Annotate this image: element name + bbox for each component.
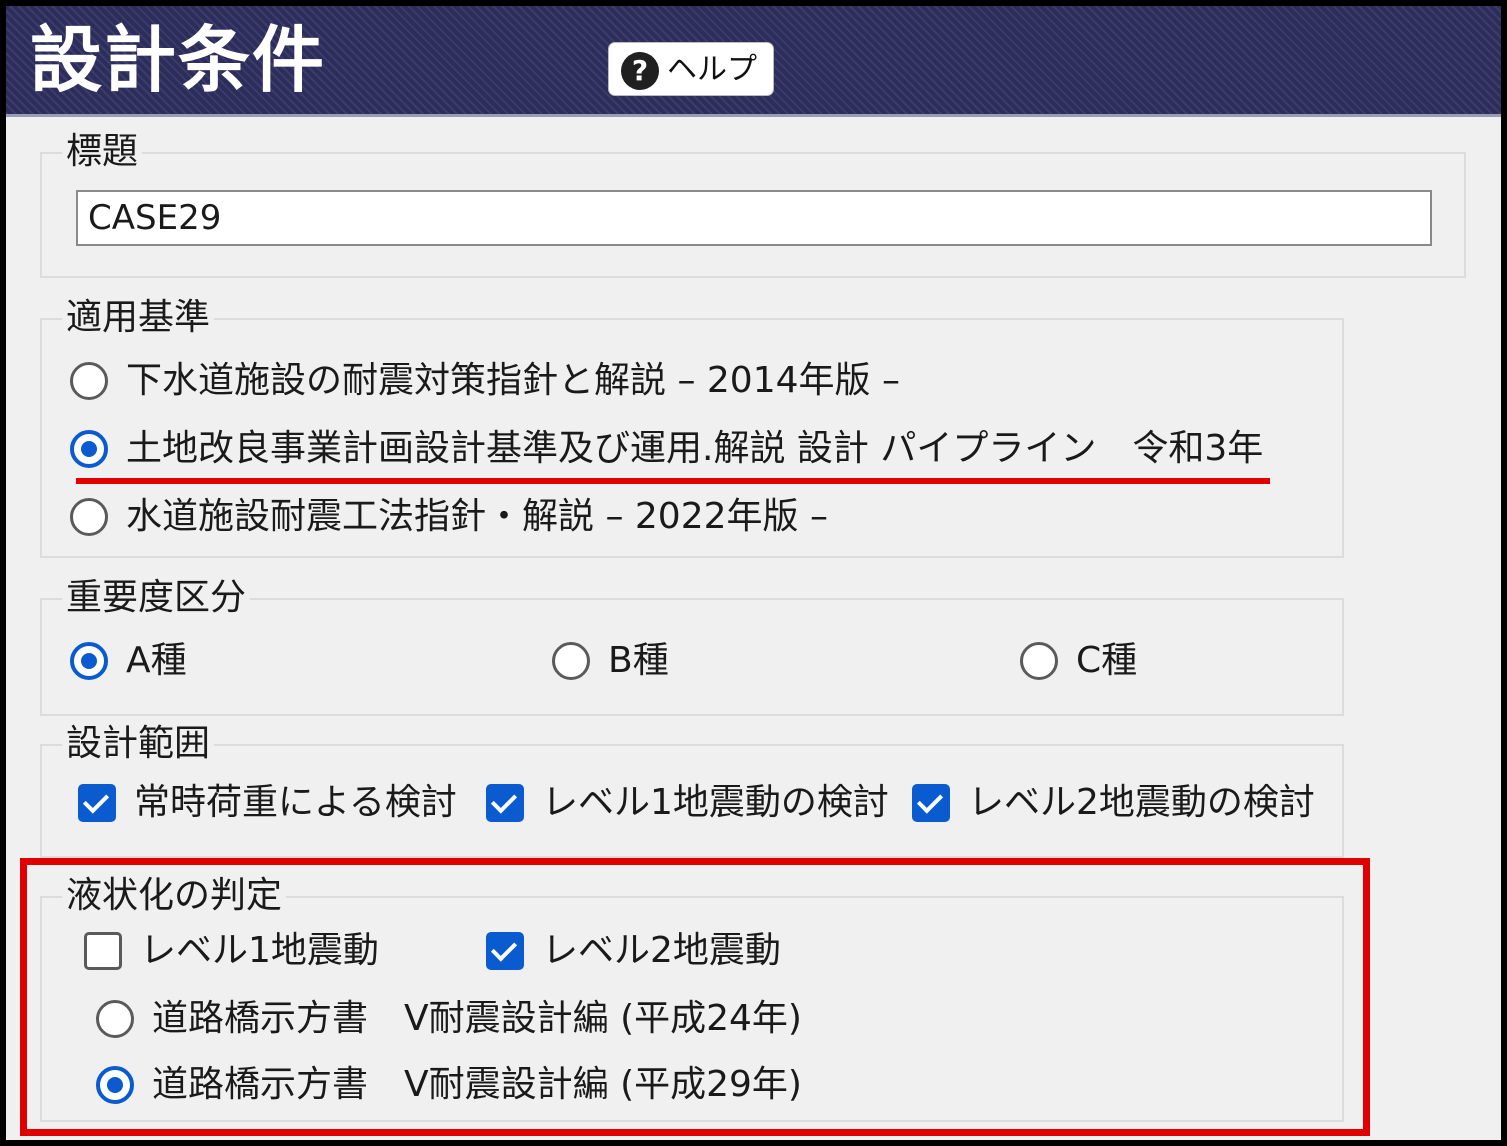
title-group-legend: 標題 (62, 132, 143, 172)
importance-option-label: A種 (126, 640, 187, 681)
radio-button-selected[interactable] (96, 1066, 134, 1104)
design-conditions-window: 設計条件 ? ヘルプ 標題 適用基準 下水道施設の耐震対策指針と解説 – 201… (6, 6, 1501, 1140)
liquefaction-radio-label: 道路橋示方書 V耐震設計編 (平成24年) (152, 998, 802, 1039)
checkbox-checked[interactable] (486, 784, 524, 822)
scope-group-legend: 設計範囲 (62, 724, 215, 764)
standard-group-legend: 適用基準 (62, 298, 215, 338)
question-icon: ? (621, 52, 659, 90)
scope-option-label: 常時荷重による検討 (134, 782, 457, 823)
help-button[interactable]: ? ヘルプ (608, 42, 774, 96)
radio-button[interactable] (70, 498, 108, 536)
radio-button[interactable] (96, 1000, 134, 1038)
liquefaction-group-legend: 液状化の判定 (62, 876, 287, 916)
scope-option-label: レベル2地震動の検討 (968, 782, 1315, 823)
checkbox-checked[interactable] (78, 784, 116, 822)
checkbox-checked[interactable] (486, 932, 524, 970)
radio-button[interactable] (552, 642, 590, 680)
checkbox-checked[interactable] (912, 784, 950, 822)
importance-option-label: B種 (608, 640, 669, 681)
radio-button[interactable] (1020, 642, 1058, 680)
scope-option-label: レベル1地震動の検討 (542, 782, 889, 823)
importance-option-label: C種 (1076, 640, 1138, 681)
page-title: 設計条件 (30, 18, 327, 102)
title-input[interactable] (76, 190, 1432, 246)
standard-option-label: 土地改良事業計画設計基準及び運用.解説 設計 パイプライン 令和3年 (126, 428, 1264, 469)
standard-option-label: 水道施設耐震工法指針・解説 – 2022年版 – (126, 496, 828, 537)
window-header: 設計条件 ? ヘルプ (6, 6, 1501, 117)
radio-button[interactable] (70, 362, 108, 400)
checkbox-unchecked[interactable] (84, 932, 122, 970)
liquefaction-check-label: レベル2地震動 (542, 930, 781, 971)
liquefaction-check-label: レベル1地震動 (140, 930, 379, 971)
help-button-label: ヘルプ (667, 52, 757, 87)
radio-button-selected[interactable] (70, 642, 108, 680)
liquefaction-radio-label: 道路橋示方書 V耐震設計編 (平成29年) (152, 1064, 802, 1105)
radio-button-selected[interactable] (70, 430, 108, 468)
standard-option-label: 下水道施設の耐震対策指針と解説 – 2014年版 – (126, 360, 900, 401)
importance-group-legend: 重要度区分 (62, 578, 251, 618)
highlight-underline (76, 478, 1270, 484)
